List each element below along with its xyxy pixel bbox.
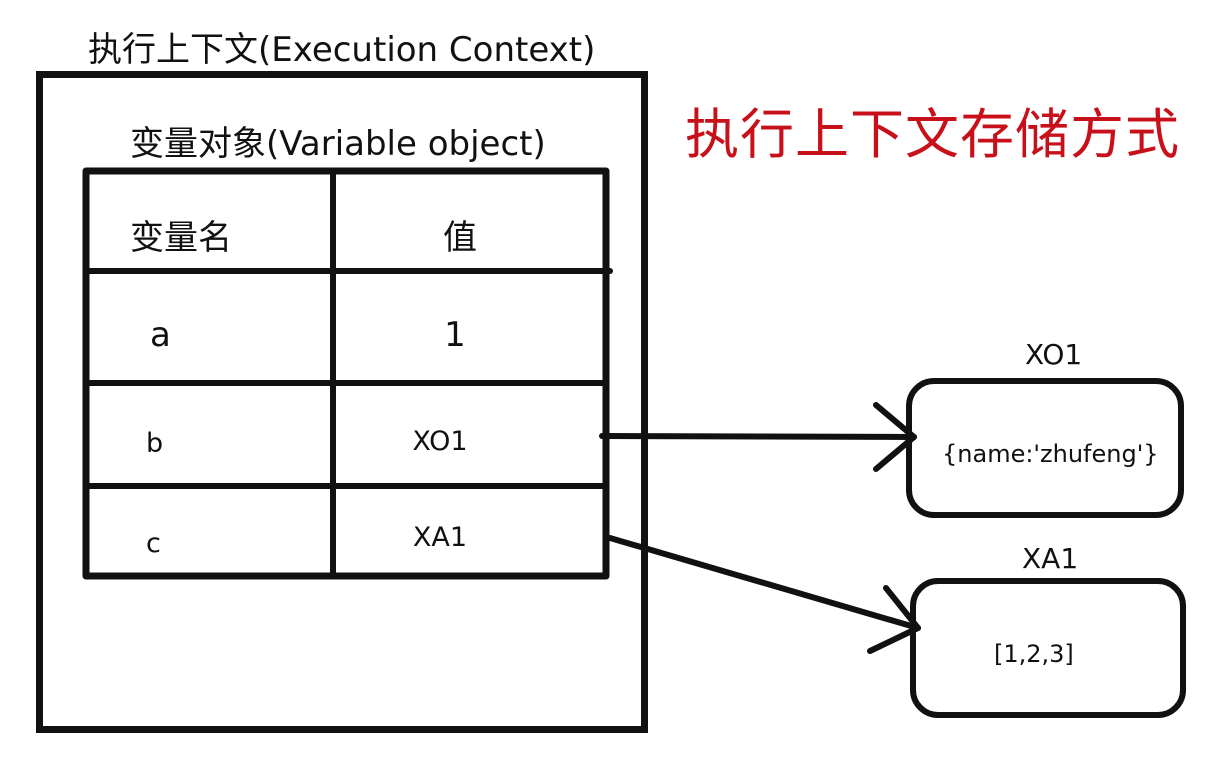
column-header-variable-name: 变量名 [130, 217, 232, 258]
heap-object-label: XO1 [1025, 338, 1083, 371]
table-row-name: b [146, 427, 164, 459]
heap-object-content: {name:'zhufeng'} [942, 440, 1159, 468]
table-row-name: c [146, 527, 161, 559]
table-row-value: 1 [444, 315, 466, 355]
heap-object-content: [1,2,3] [994, 640, 1074, 668]
table-row-value: XO1 [412, 425, 468, 457]
column-header-value: 值 [443, 217, 477, 258]
table-row-value: XA1 [412, 521, 468, 553]
table-row-name: a [150, 315, 171, 355]
pointer-arrow-xa1 [607, 535, 921, 631]
pointer-arrow-xo1 [599, 433, 917, 440]
heap-object-label: XA1 [1022, 542, 1079, 575]
